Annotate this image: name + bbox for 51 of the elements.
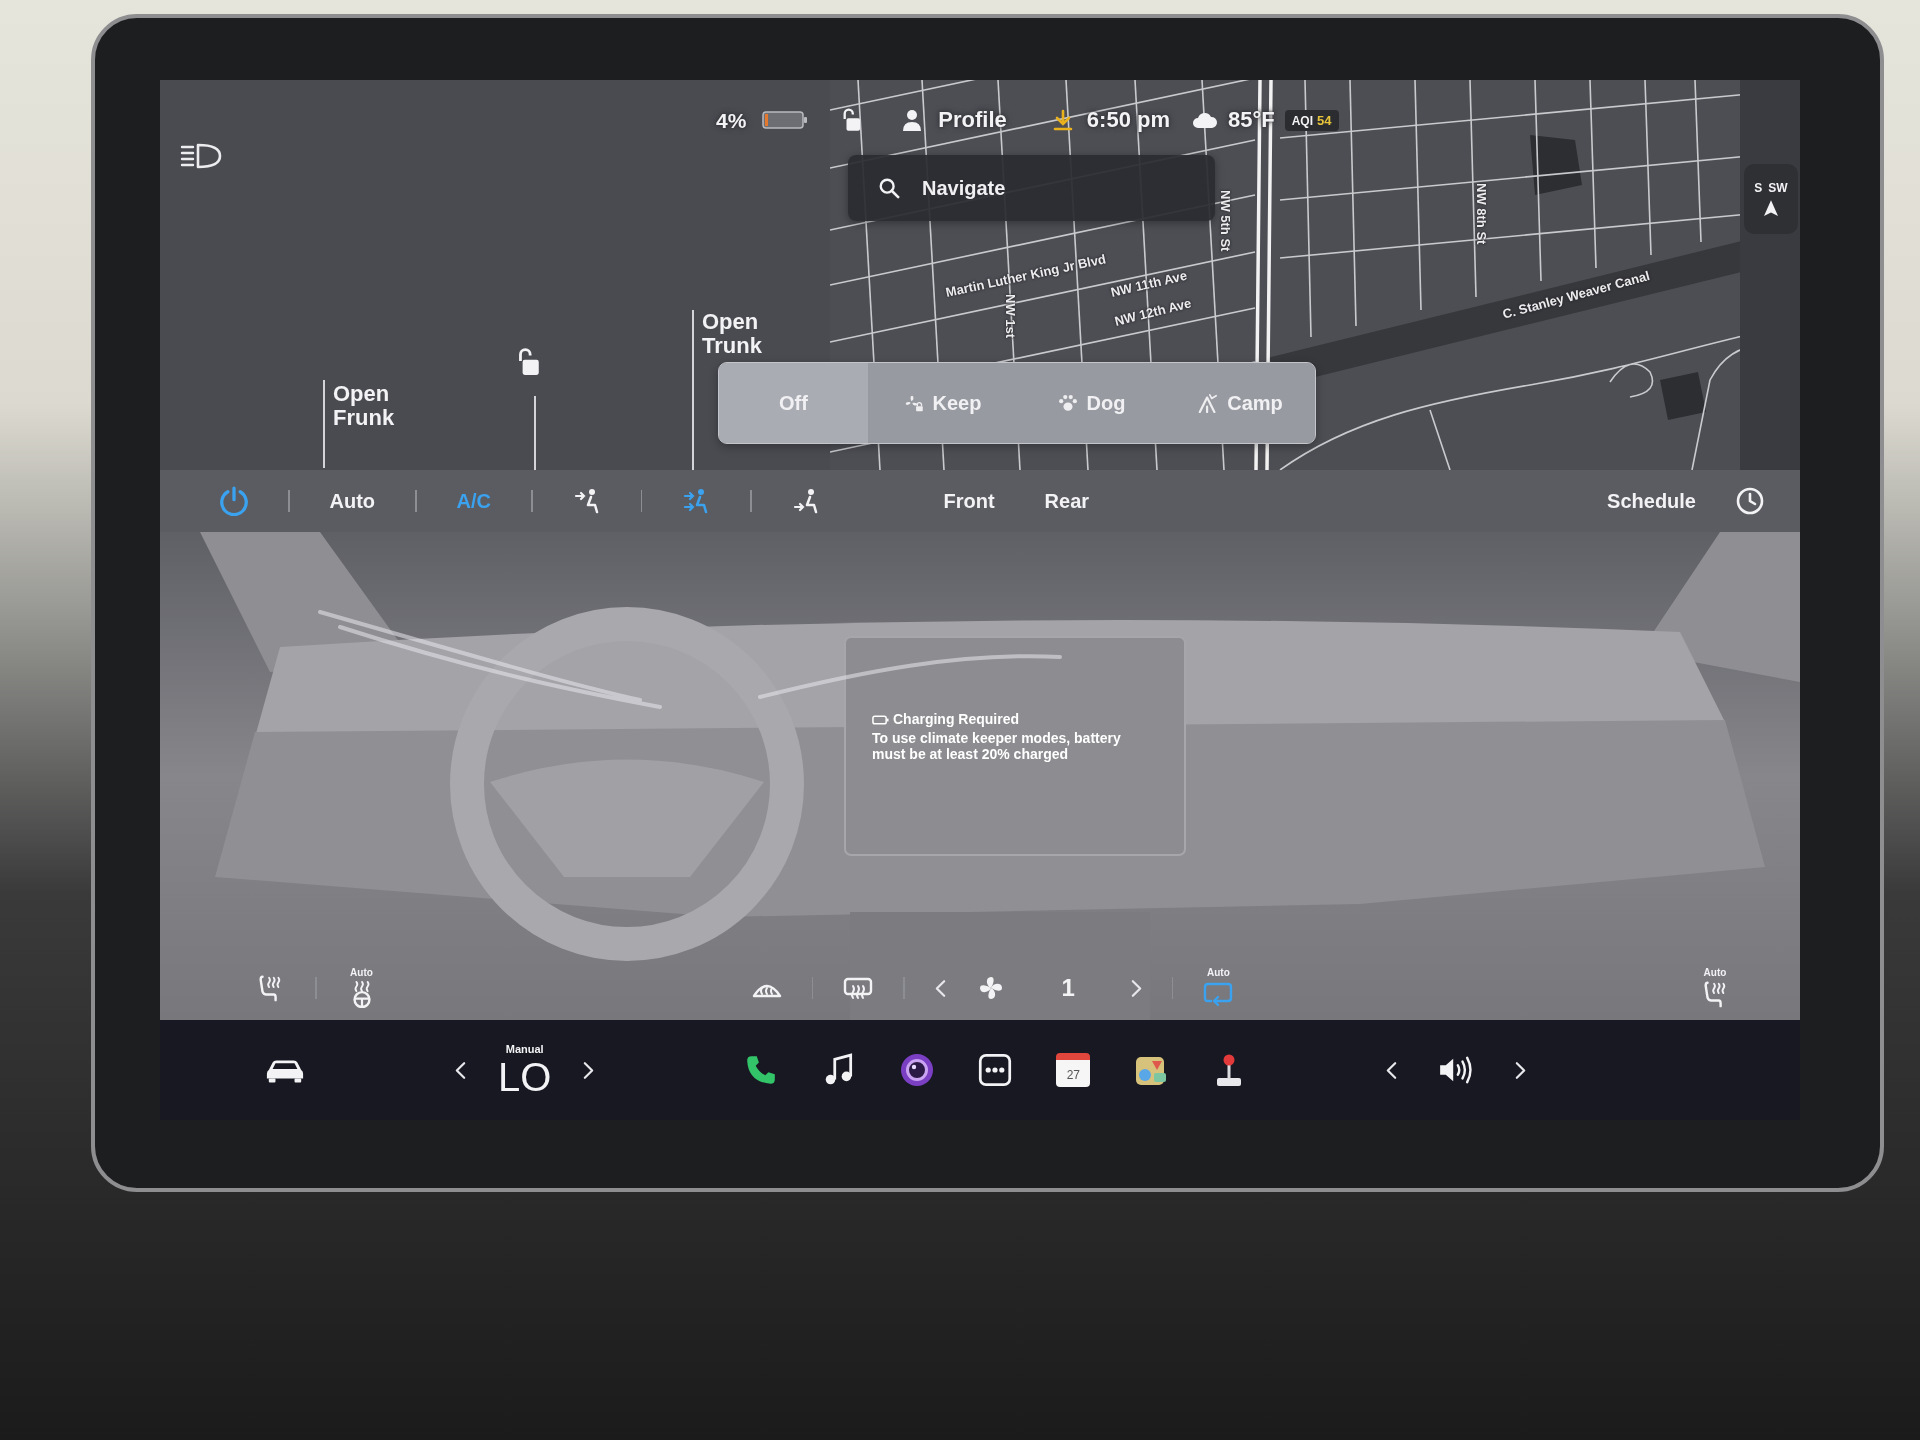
temperature-mode: Manual: [505, 1043, 544, 1055]
airflow-mode-icon[interactable]: [572, 487, 601, 515]
auto-caption: Auto: [350, 968, 373, 978]
compass-label: SW: [1768, 182, 1788, 194]
chevron-left-icon[interactable]: [1386, 1060, 1398, 1080]
fan-speed: 1: [1061, 976, 1075, 1000]
search-icon: [878, 177, 900, 199]
navigation-arrow-icon: [1764, 200, 1778, 216]
cabin-temperature[interactable]: LO: [498, 1056, 552, 1097]
street-label: NW 1st: [1002, 294, 1018, 339]
battery-icon: [762, 111, 809, 129]
dots-icon[interactable]: [978, 1053, 1013, 1087]
compass-label: S: [1754, 182, 1763, 194]
alert-message: To use climate keeper modes, battery must be at least 20% charged: [872, 730, 1122, 763]
airflow-mode-icon[interactable]: [791, 487, 820, 515]
zone-tab[interactable]: Rear: [1044, 489, 1090, 513]
auto-caption: Auto: [1207, 968, 1230, 978]
calendar-button[interactable]: 27: [1056, 1053, 1091, 1087]
zone-tab[interactable]: Front: [943, 489, 995, 513]
padlock-icon[interactable]: [517, 348, 539, 376]
open-frunk-button[interactable]: Open Frunk: [333, 382, 405, 431]
battery-percent: 4%: [716, 109, 747, 131]
street-label: NW 8th St: [1473, 183, 1489, 245]
alert-title: Charging Required: [893, 712, 1019, 728]
navigate-search-field[interactable]: Navigate: [848, 155, 1215, 221]
chevron-left-icon[interactable]: [455, 1060, 466, 1080]
compass-button[interactable]: S SW: [1744, 164, 1798, 234]
aqi-value: 54: [1317, 113, 1332, 127]
fan-lock-icon: [903, 393, 924, 413]
cloud-icon: [1192, 111, 1218, 129]
battery-icon: [872, 714, 889, 725]
chevron-right-icon[interactable]: [583, 1060, 595, 1080]
schedule-button[interactable]: Schedule: [1607, 489, 1696, 513]
auto-caption: Auto: [1703, 968, 1727, 978]
street-label: NW 5th St: [1217, 190, 1233, 252]
paw-icon: [1057, 393, 1078, 413]
person-icon: [902, 109, 923, 131]
aqi-label: AQI: [1291, 114, 1314, 127]
auto-climate-button[interactable]: Auto: [329, 489, 376, 513]
clock-time: 6:50 pm: [1086, 109, 1170, 131]
street-label: NW 11th Ave: [1109, 267, 1189, 301]
street-label: C. Stanley Weaver Canal: [1500, 268, 1652, 323]
padlock-icon[interactable]: [842, 108, 861, 132]
headlight-icon[interactable]: [180, 142, 222, 170]
download-icon[interactable]: [1052, 109, 1073, 131]
chevron-right-icon[interactable]: [1515, 1060, 1527, 1080]
car-icon[interactable]: [265, 1057, 305, 1083]
open-trunk-button[interactable]: Open Trunk: [702, 310, 774, 359]
camera-lens-icon[interactable]: [900, 1053, 935, 1087]
tent-icon: [1198, 393, 1219, 413]
clock-icon[interactable]: [1736, 487, 1764, 515]
